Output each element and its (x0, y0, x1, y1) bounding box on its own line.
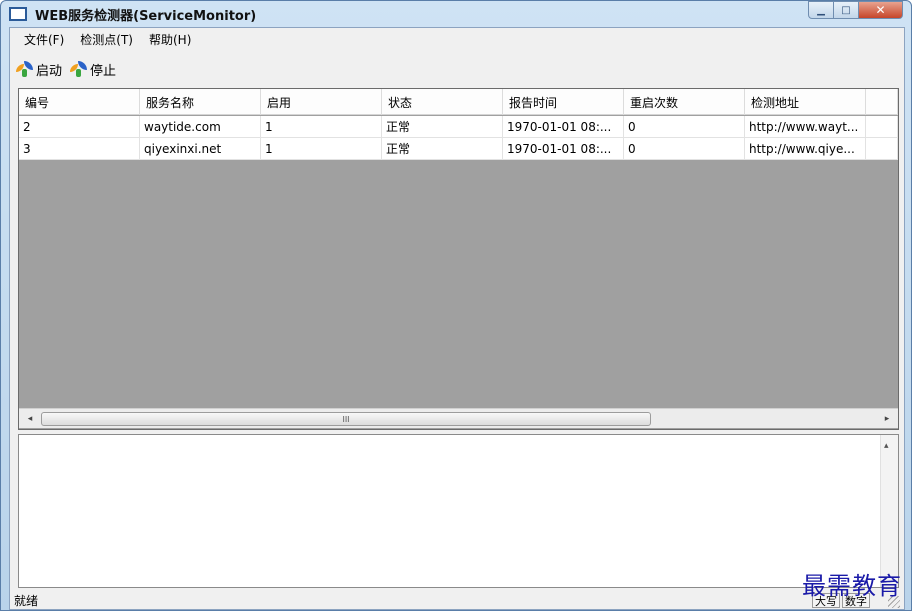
scroll-left-icon[interactable]: ◂ (23, 412, 37, 426)
scrollbar-thumb[interactable]: III (41, 412, 651, 426)
column-header-filler (866, 89, 898, 115)
toolbar: 启动 停止 (10, 52, 904, 86)
app-window-icon (9, 7, 27, 21)
cell-filler (866, 116, 898, 138)
column-header-status[interactable]: 状态 (382, 89, 503, 115)
maximize-button[interactable]: □ (834, 1, 859, 19)
cell-service-name: waytide.com (140, 116, 261, 138)
cell-status: 正常 (382, 116, 503, 138)
close-button[interactable]: ✕ (859, 1, 903, 19)
cell-report-time: 1970-01-01 08:... (503, 138, 624, 160)
cell-status: 正常 (382, 138, 503, 160)
column-header-enabled[interactable]: 启用 (261, 89, 382, 115)
start-icon (16, 61, 34, 77)
list-header: 编号 服务名称 启用 状态 报告时间 重启次数 检测地址 (19, 89, 898, 115)
scroll-right-icon[interactable]: ▸ (880, 412, 894, 426)
menu-checkpoint[interactable]: 检测点(T) (72, 31, 141, 48)
window-controls: ▁ □ ✕ (808, 1, 903, 19)
menu-bar: 文件(F) 检测点(T) 帮助(H) (10, 28, 904, 50)
list-body: 2 waytide.com 1 正常 1970-01-01 08:... 0 h… (19, 116, 898, 160)
cell-id: 3 (19, 138, 140, 160)
cell-restart-count: 0 (624, 116, 745, 138)
column-header-report-time[interactable]: 报告时间 (503, 89, 624, 115)
start-button[interactable]: 启动 (16, 60, 62, 79)
cell-id: 2 (19, 116, 140, 138)
cell-report-time: 1970-01-01 08:... (503, 116, 624, 138)
start-button-label: 启动 (36, 63, 63, 79)
cell-check-url: http://www.wayt... (745, 116, 866, 138)
cell-enabled: 1 (261, 138, 382, 160)
service-list[interactable]: 编号 服务名称 启用 状态 报告时间 重启次数 检测地址 2 waytide.c… (18, 88, 899, 430)
window-title: WEB服务检测器(ServiceMonitor) (35, 8, 257, 24)
title-bar[interactable]: WEB服务检测器(ServiceMonitor) ▁ □ ✕ (1, 1, 911, 27)
column-header-check-url[interactable]: 检测地址 (745, 89, 866, 115)
stop-button[interactable]: 停止 (70, 60, 116, 79)
cell-check-url: http://www.qiye... (745, 138, 866, 160)
cell-service-name: qiyexinxi.net (140, 138, 261, 160)
client-area: 文件(F) 检测点(T) 帮助(H) 启动 停止 编号 服务名称 启用 状态 报… (9, 27, 905, 610)
column-header-restart-count[interactable]: 重启次数 (624, 89, 745, 115)
table-row[interactable]: 3 qiyexinxi.net 1 正常 1970-01-01 08:... 0… (19, 138, 898, 160)
scroll-up-icon[interactable]: ▴ (884, 441, 889, 451)
column-header-id[interactable]: 编号 (19, 89, 140, 115)
app-window: WEB服务检测器(ServiceMonitor) ▁ □ ✕ 文件(F) 检测点… (0, 0, 912, 611)
horizontal-scrollbar[interactable]: ◂ III ▸ (19, 408, 898, 428)
status-bar: 就绪 大写 数字 (10, 590, 904, 610)
menu-file[interactable]: 文件(F) (16, 31, 72, 48)
stop-icon (70, 61, 88, 77)
stop-button-label: 停止 (90, 63, 117, 79)
watermark-logo: 最需教育 (802, 572, 902, 600)
menu-help[interactable]: 帮助(H) (141, 31, 199, 48)
column-header-service-name[interactable]: 服务名称 (140, 89, 261, 115)
vertical-scrollbar[interactable]: ▴ (880, 435, 898, 587)
minimize-button[interactable]: ▁ (808, 1, 834, 19)
status-text: 就绪 (14, 593, 39, 608)
cell-filler (866, 138, 898, 160)
table-row[interactable]: 2 waytide.com 1 正常 1970-01-01 08:... 0 h… (19, 116, 898, 138)
cell-restart-count: 0 (624, 138, 745, 160)
log-output-area[interactable]: ▴ (18, 434, 899, 588)
cell-enabled: 1 (261, 116, 382, 138)
